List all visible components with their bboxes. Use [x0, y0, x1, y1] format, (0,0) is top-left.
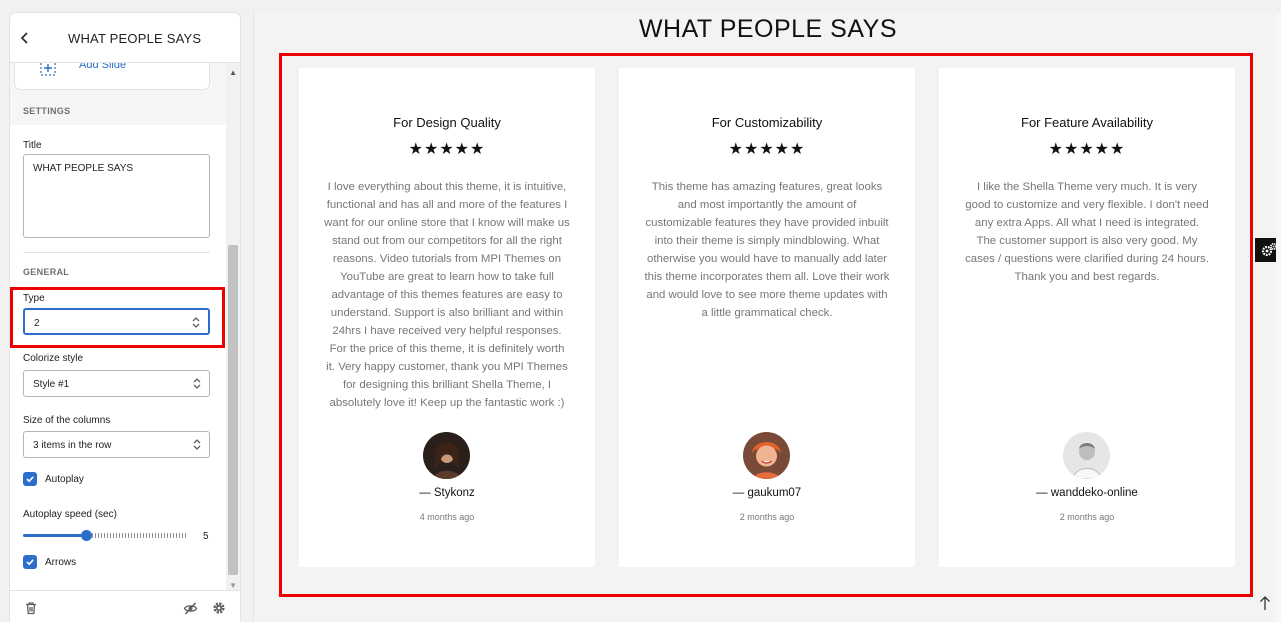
panel-scrollbar[interactable]: ▲ ▼ — [226, 63, 240, 590]
colorize-select[interactable]: Style #1 — [23, 370, 210, 397]
autoplay-checkbox-row[interactable]: Autoplay — [23, 471, 84, 487]
back-button[interactable] — [10, 13, 40, 63]
title-field-label: Title — [23, 140, 42, 151]
panel-footer — [10, 590, 240, 622]
select-arrows-icon — [193, 439, 201, 450]
columns-select-value: 3 items in the row — [33, 440, 112, 451]
autoplay-label: Autoplay — [45, 473, 84, 485]
trash-icon[interactable] — [24, 601, 38, 615]
type-select-value: 2 — [34, 318, 40, 329]
testimonial-text: I love everything about this theme, it i… — [324, 181, 570, 409]
testimonial-card: For Customizability ★★★★★ This theme has… — [619, 68, 915, 567]
eye-off-icon[interactable] — [183, 601, 198, 616]
add-slide-label: Add Slide — [79, 63, 127, 71]
testimonial-title: For Feature Availability — [1021, 115, 1153, 130]
select-arrows-icon — [192, 317, 200, 328]
checkmark-icon — [26, 559, 34, 566]
chevron-left-icon — [20, 31, 28, 44]
title-textarea[interactable]: WHAT PEOPLE SAYS — [23, 154, 210, 238]
autoplay-speed-slider[interactable] — [23, 529, 188, 541]
section-heading: WHAT PEOPLE SAYS — [638, 15, 898, 43]
autoplay-speed-label: Autoplay speed (sec) — [23, 509, 117, 520]
rating-stars: ★★★★★ — [408, 141, 486, 158]
add-block-icon — [40, 63, 56, 76]
divider — [23, 252, 210, 253]
testimonial-time: 4 months ago — [419, 512, 475, 522]
scroll-down-arrow-icon[interactable]: ▼ — [229, 581, 237, 590]
autoplay-speed-value: 5 — [203, 531, 209, 542]
arrow-up-icon[interactable] — [1258, 595, 1272, 611]
testimonial-text: This theme has amazing features, great l… — [644, 181, 890, 319]
gears-icon — [1261, 243, 1277, 257]
settings-section-label: SETTINGS — [23, 106, 71, 116]
avatar — [423, 432, 470, 479]
rating-stars: ★★★★★ — [728, 141, 806, 158]
section-editor-panel: WHAT PEOPLE SAYS Add Slide SETTINGS Titl… — [10, 13, 240, 622]
slider-handle[interactable] — [81, 530, 92, 541]
testimonial-title: For Design Quality — [393, 115, 501, 130]
general-section-label: GENERAL — [23, 267, 70, 277]
slider-fill — [23, 534, 86, 537]
testimonial-author: — wanddeko-online — [1036, 487, 1138, 499]
testimonial-card: For Feature Availability ★★★★★ I like th… — [939, 68, 1235, 567]
type-field-label: Type — [23, 293, 45, 304]
checkmark-icon — [26, 476, 34, 483]
testimonial-time: 2 months ago — [1059, 512, 1115, 522]
colorize-field-label: Colorize style — [23, 353, 84, 364]
testimonial-author: — gaukum07 — [732, 487, 802, 499]
storefront-preview: WHAT PEOPLE SAYS For Design Quality ★★★★… — [253, 13, 1281, 622]
add-slide-button[interactable]: Add Slide — [14, 63, 210, 90]
testimonial-card: For Design Quality ★★★★★ I love everythi… — [299, 68, 595, 567]
arrows-checkbox-row[interactable]: Arrows — [23, 554, 76, 570]
avatar — [1063, 432, 1110, 479]
columns-field-label: Size of the columns — [23, 415, 111, 426]
preview-scrollbar[interactable] — [1276, 13, 1281, 622]
testimonial-author: — Stykonz — [419, 487, 475, 499]
select-arrows-icon — [193, 378, 201, 389]
columns-select[interactable]: 3 items in the row — [23, 431, 210, 458]
slider-track — [86, 533, 188, 538]
arrows-label: Arrows — [45, 556, 77, 568]
settings-box: Title WHAT PEOPLE SAYS GENERAL Type 2 Co… — [10, 125, 226, 590]
testimonial-title: For Customizability — [711, 115, 823, 130]
avatar — [743, 432, 790, 479]
scrollbar-thumb[interactable] — [228, 245, 238, 575]
panel-body: Add Slide SETTINGS Title WHAT PEOPLE SAY… — [10, 63, 240, 590]
gear-icon[interactable] — [212, 601, 226, 615]
testimonial-text: I like the Shella Theme very much. It is… — [965, 181, 1209, 283]
arrows-checkbox[interactable] — [23, 555, 37, 569]
autoplay-checkbox[interactable] — [23, 472, 37, 486]
scroll-up-arrow-icon[interactable]: ▲ — [229, 68, 237, 77]
testimonial-time: 2 months ago — [739, 512, 795, 522]
rating-stars: ★★★★★ — [1048, 141, 1126, 158]
panel-header: WHAT PEOPLE SAYS — [10, 13, 240, 63]
type-select[interactable]: 2 — [23, 308, 210, 335]
panel-title: WHAT PEOPLE SAYS — [68, 31, 202, 46]
colorize-select-value: Style #1 — [33, 379, 70, 390]
